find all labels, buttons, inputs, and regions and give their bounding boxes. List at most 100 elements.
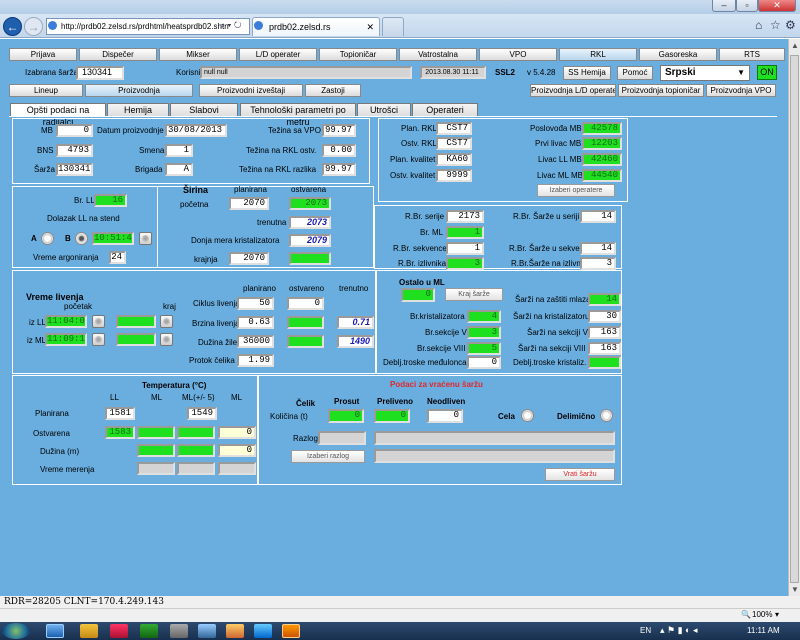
sarzi-sekciji-v-field[interactable]: 163 [588, 326, 621, 339]
ostvarena-ml-pm-field[interactable] [177, 426, 215, 439]
iz-ml-kraj-button[interactable] [160, 333, 173, 346]
duzina-ml2-field[interactable]: 0 [218, 444, 256, 457]
krajnja-plan-field[interactable]: 2070 [229, 252, 269, 265]
iz-ml-pocetak-button[interactable] [92, 333, 105, 346]
tab-operateri[interactable]: Operateri [412, 103, 478, 116]
vreme-argon-field[interactable]: 24 [109, 251, 126, 264]
brzina-plan-field[interactable]: 0.63 [237, 316, 274, 329]
protok-field[interactable]: 1.99 [237, 354, 274, 367]
taskbar-explorer-icon[interactable] [80, 624, 98, 638]
top-menu-vpo[interactable]: VPO [479, 48, 557, 61]
sarzi-kristalizatoru-field[interactable]: 30 [588, 310, 621, 323]
ostalo-field[interactable]: 0 [401, 288, 435, 302]
close-tab-icon[interactable]: ✕ [366, 18, 374, 36]
brigada-field[interactable]: A [165, 163, 193, 176]
izaberi-operatere-button[interactable]: Izaberi operatere [537, 184, 615, 197]
iz-ml-pocetak-field[interactable]: 11:09:15 [45, 333, 87, 346]
new-tab-button[interactable] [382, 17, 404, 36]
planirana-ll-field[interactable]: 1581 [105, 407, 135, 420]
tab-tehnolo-ki-parametri-po-metru[interactable]: Tehnološki parametri po metru [240, 103, 356, 127]
menu-lineup[interactable]: Lineup [9, 84, 83, 97]
mb-field[interactable]: 0 [56, 124, 93, 137]
iz-ll-pocetak-field[interactable]: 11:04:05 [45, 315, 87, 328]
menu-proizvodnja[interactable]: Proizvodnja [85, 84, 193, 97]
ciklus-ostv-field[interactable]: 0 [287, 297, 324, 310]
livac-ml-field[interactable]: 44540 [582, 169, 622, 182]
forward-icon[interactable]: → [24, 17, 43, 36]
search-dropdown-refresh-icons[interactable]: ⌕ ▾ ↻ [220, 20, 241, 31]
dolazak-set-button[interactable] [139, 232, 152, 245]
top-menu-mikser[interactable]: Mikser [159, 48, 237, 61]
brzina-ostv-field[interactable] [287, 316, 324, 329]
top-menu-dispe-er[interactable]: Dispečer [79, 48, 157, 61]
top-menu-gasoreska[interactable]: Gasoreska [639, 48, 717, 61]
delimicno-radio[interactable] [600, 409, 613, 422]
tab-op-ti-podaci-na-radijalci[interactable]: Opšti podaci na radijalci [10, 103, 106, 127]
tab-hemija[interactable]: Hemija [107, 103, 169, 116]
top-menu-l-d-operater[interactable]: L/D operater [239, 48, 317, 61]
taskbar-app5-icon[interactable] [254, 624, 272, 638]
krajnja-ostv-field[interactable] [289, 252, 331, 265]
iz-ll-kraj-field[interactable] [116, 315, 156, 328]
close-window-button[interactable]: ✕ [758, 0, 796, 12]
br-sekcije-viii-field[interactable]: 5 [467, 342, 501, 355]
menu-proizvodni-izve-taji[interactable]: Proizvodni izveštaji [199, 84, 303, 97]
prosut-field[interactable]: 0 [328, 409, 364, 423]
back-icon[interactable]: ← [3, 17, 22, 36]
plan-rkl-field[interactable]: CST7 [436, 122, 472, 135]
ostv-rkl-field[interactable]: CST7 [436, 137, 472, 150]
iz-ml-kraj-field[interactable] [116, 333, 156, 346]
iz-ll-pocetak-button[interactable] [92, 315, 105, 328]
gear-icon[interactable]: ⚙ [785, 18, 796, 32]
menu-zastoji[interactable]: Zastoji [305, 84, 361, 97]
top-menu-vatrostalna[interactable]: Vatrostalna [399, 48, 477, 61]
scroll-up-icon[interactable]: ▲ [791, 41, 799, 50]
duzina-plan-field[interactable]: 36000 [237, 335, 274, 348]
rbr-sarze-izlivniku-field[interactable]: 3 [580, 257, 616, 270]
br-ml-field[interactable]: 1 [446, 226, 484, 239]
menu-right-2[interactable]: Proizvodnja VPO [706, 84, 776, 97]
iz-ll-kraj-button[interactable] [160, 315, 173, 328]
language-select[interactable]: Srpski ▼ [660, 65, 750, 81]
ostvarena-ml-field[interactable] [137, 426, 175, 439]
scrollbar-thumb[interactable] [790, 55, 799, 583]
ostvarena-ll-field[interactable]: 1583 [105, 426, 135, 439]
rbr-sarze-sekvenci-field[interactable]: 14 [580, 242, 616, 255]
ciklus-plan-field[interactable]: 50 [237, 297, 274, 310]
neodliven-field[interactable]: 0 [427, 409, 463, 423]
radio-a[interactable] [41, 232, 54, 245]
menu-right-1[interactable]: Proizvodnja topioničar [618, 84, 704, 97]
tezina-vpo-field[interactable]: 99.97 [322, 124, 356, 137]
top-menu-rts[interactable]: RTS [719, 48, 785, 61]
browser-tab-active[interactable]: prdb02.zelsd.rs ✕ [252, 17, 380, 36]
top-menu-rkl[interactable]: RKL [559, 48, 637, 61]
tezina-rkl-ostv-field[interactable]: 0.00 [322, 144, 356, 157]
taskbar-app4-icon[interactable] [226, 624, 244, 638]
tab-utro-ci[interactable]: Utrošci [357, 103, 411, 116]
smena-field[interactable]: 1 [165, 144, 193, 157]
izaberi-razlog-button[interactable]: Izaberi razlog [291, 450, 365, 463]
prvi-livac-field[interactable]: 12203 [582, 137, 622, 150]
taskbar-ie-icon[interactable] [46, 624, 64, 638]
plan-kvalitet-field[interactable]: KA60 [436, 153, 472, 166]
ss-hemija-button[interactable]: SS Hemija [563, 66, 611, 80]
duzina-ostv-field[interactable] [287, 335, 324, 348]
planirana-ml-pm-field[interactable]: 1549 [187, 407, 217, 420]
pocetna-plan-field[interactable]: 2070 [229, 197, 269, 210]
taskbar-media-icon[interactable] [110, 624, 128, 638]
vertical-scrollbar[interactable]: ▲ ▼ [788, 39, 800, 596]
debljina-medjulonca-field[interactable]: 0 [467, 356, 501, 369]
rbr-izlivnika-field[interactable]: 3 [446, 257, 484, 270]
favorites-star-icon[interactable]: ☆ [770, 18, 781, 32]
zoom-chevron-icon[interactable]: ▾ [775, 610, 779, 619]
bns-field[interactable]: 4793 [56, 144, 93, 157]
pomoc-button[interactable]: Pomoć [617, 66, 653, 80]
izabrana-sarza-field[interactable]: 130341 [76, 66, 124, 80]
ostv-kvalitet-field[interactable]: 9999 [436, 169, 472, 182]
rbr-sarze-seriji-field[interactable]: 14 [580, 210, 616, 223]
radio-b[interactable] [75, 232, 88, 245]
poslovodja-field[interactable]: 42578 [582, 122, 622, 135]
zoom-level[interactable]: 100% [752, 610, 772, 619]
tezina-rkl-razlika-field[interactable]: 99.97 [322, 163, 356, 176]
dolazak-time-field[interactable]: 10:51:44 [92, 232, 134, 245]
